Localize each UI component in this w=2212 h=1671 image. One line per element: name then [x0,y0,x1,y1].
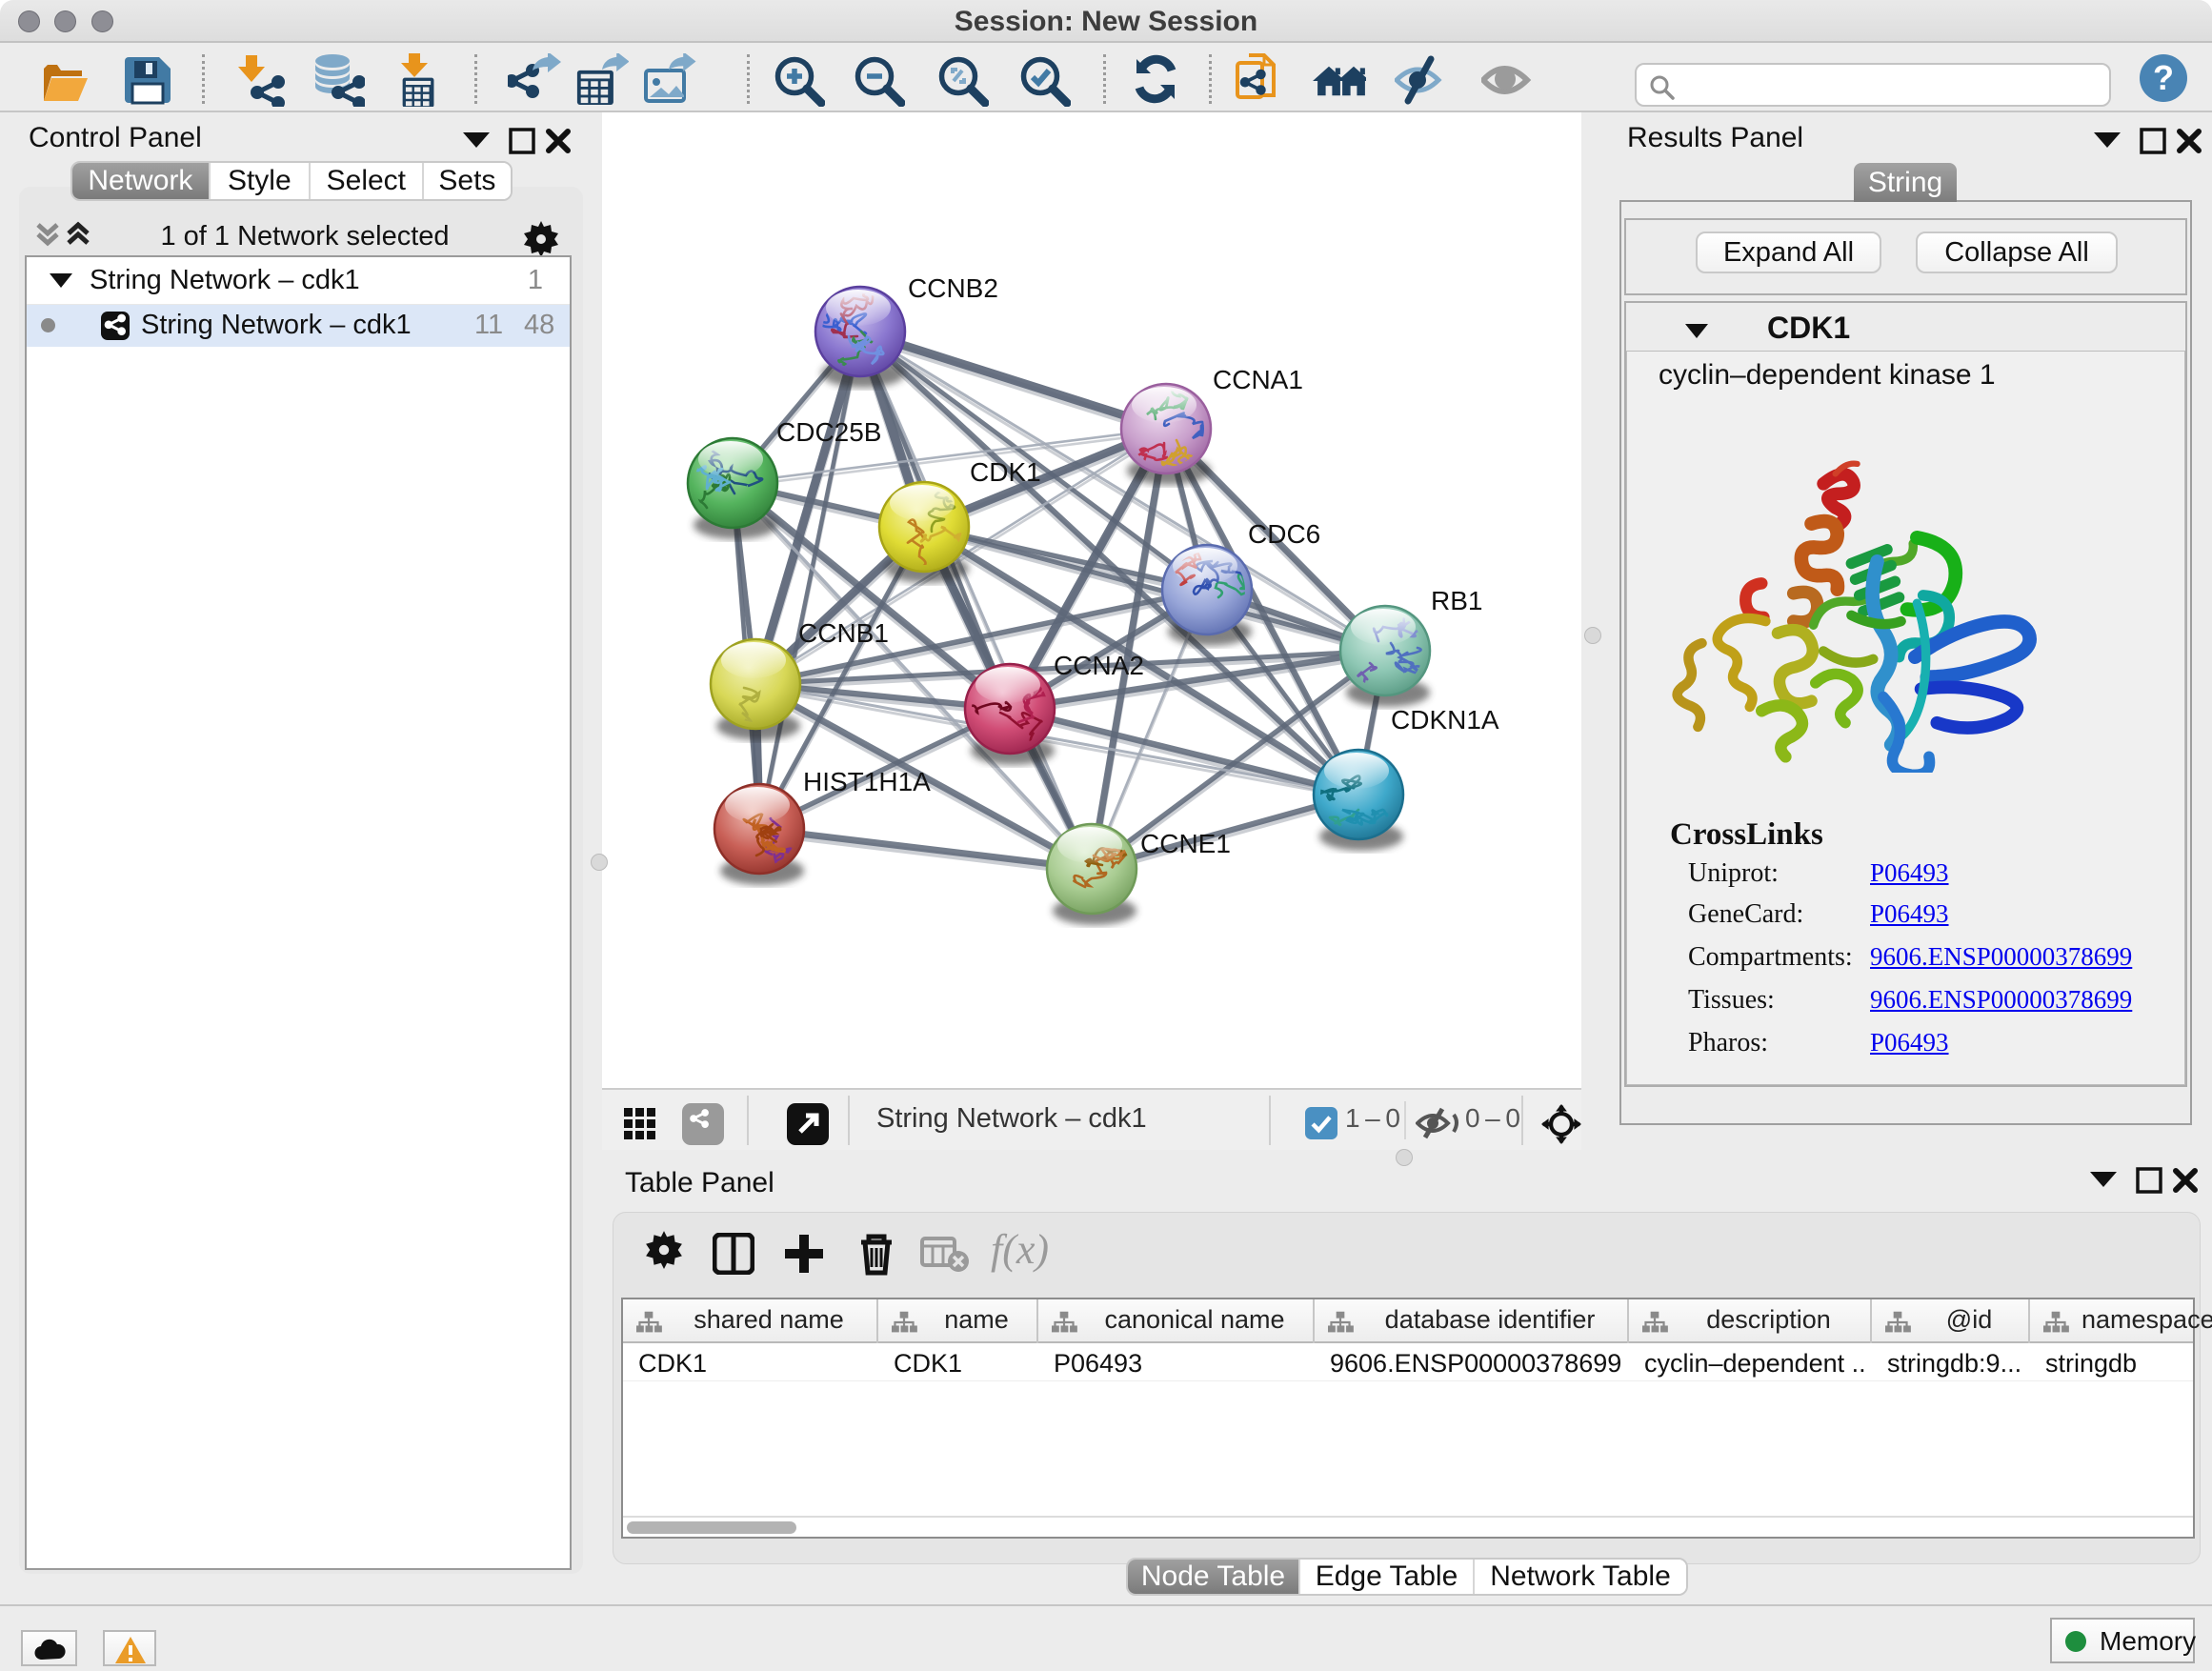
svg-text:CCNA2: CCNA2 [1054,651,1144,680]
svg-text:CCNB1: CCNB1 [798,618,889,648]
svg-text:CDC25B: CDC25B [776,417,881,447]
svg-text:RB1: RB1 [1431,586,1482,615]
svg-text:CDK1: CDK1 [970,457,1041,487]
svg-text:CCNA1: CCNA1 [1213,365,1303,394]
svg-text:CCNB2: CCNB2 [908,273,998,303]
svg-text:HIST1H1A: HIST1H1A [803,767,931,796]
svg-text:CDC6: CDC6 [1248,519,1320,549]
svg-text:CCNE1: CCNE1 [1140,829,1231,858]
svg-text:CDKN1A: CDKN1A [1391,705,1499,735]
